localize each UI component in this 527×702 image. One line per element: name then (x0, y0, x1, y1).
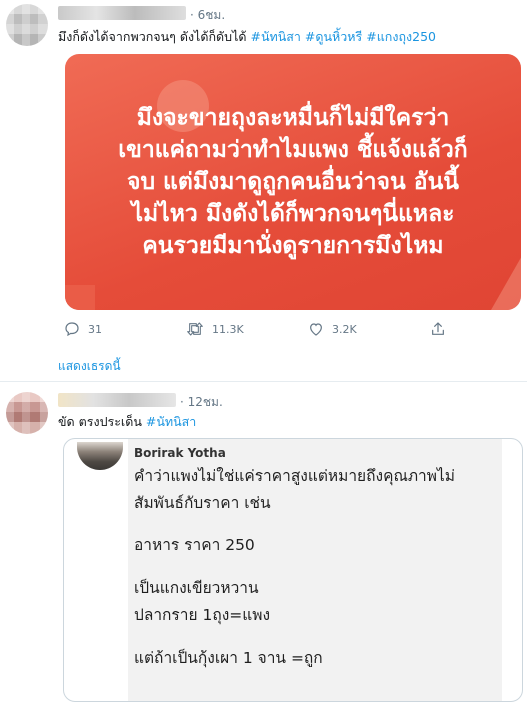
image-line: จบ แต่มึงมาดูถูกคนอื่นว่าจน อันนี้ (126, 169, 460, 195)
tweet-1[interactable]: · 6ชม. มึงก็ดังได้จากพวกจนๆ ดังได้ก็ดับไ… (0, 0, 527, 382)
hashtag-link[interactable]: #นัทนิสา (250, 29, 300, 44)
tweet-time[interactable]: · 6ชม. (190, 6, 225, 25)
tweet-actions: 31 11.3K 3.2K (64, 321, 464, 341)
reply-count: 31 (88, 322, 102, 336)
share-button[interactable] (430, 321, 446, 337)
tweet-body: มึงก็ดังได้จากพวกจนๆ ดังได้ก็ดับได้ (58, 29, 251, 44)
hashtag-link[interactable]: #ดูนหิ้วหรี (305, 29, 362, 44)
tweet-image[interactable]: มึงจะขายถุงละหมื่นก็ไม่มีใครว่า เขาแค่ถา… (65, 54, 521, 310)
hashtag-link[interactable]: #นัทนิสา (146, 414, 196, 429)
like-icon (310, 323, 322, 336)
retweet-button[interactable]: 11.3K (186, 321, 244, 337)
retweet-count: 11.3K (212, 322, 244, 336)
like-button[interactable]: 3.2K (308, 321, 357, 337)
image-line: มึงจะขายถุงละหมื่นก็ไม่มีใครว่า (136, 105, 450, 131)
quoted-text-line: แต่ถ้าเป็นกุ้งเผา 1 จาน =ถูก (134, 649, 323, 667)
retweet-icon (187, 322, 203, 336)
quoted-author-name: Borirak Yotha (134, 446, 226, 460)
quoted-author-avatar (77, 442, 123, 470)
image-caption: มึงจะขายถุงละหมื่นก็ไม่มีใครว่า เขาแค่ถา… (65, 54, 521, 310)
tweet-text: มึงก็ดังได้จากพวกจนๆ ดังได้ก็ดับได้ #นัท… (58, 27, 436, 47)
share-icon (432, 322, 444, 335)
quoted-text-line: ปลากราย 1ถุง=แพง (134, 606, 271, 624)
quoted-text-line: คำว่าแพงไม่ใช่แค่ราคาสูงแต่หมายถึงคุณภาพ… (134, 467, 455, 485)
like-count: 3.2K (332, 322, 357, 336)
avatar[interactable] (6, 392, 48, 434)
show-thread-link[interactable]: แสดงเธรดนี้ (58, 357, 121, 376)
tweet-divider (0, 381, 527, 382)
author-name-blurred[interactable] (58, 393, 176, 407)
reply-button[interactable]: 31 (64, 321, 102, 337)
quoted-text-line: สัมพันธ์กับราคา เช่น (134, 494, 271, 512)
quoted-image[interactable]: Borirak Yotha คำว่าแพงไม่ใช่แค่ราคาสูงแต… (63, 438, 523, 702)
hashtag-link[interactable]: #แกงถุง250 (366, 29, 436, 44)
reply-icon (65, 322, 79, 337)
quoted-text-line: เป็นแกงเขียวหวาน (134, 579, 259, 597)
image-line: ไม่ไหว มึงดังได้ก็พวกจนๆนี่แหละ (131, 201, 455, 227)
tweet-2[interactable]: · 12ชม. ขัด ตรงประเด็น #นัทนิสา Borirak … (0, 383, 527, 702)
avatar[interactable] (6, 4, 48, 46)
quoted-text-line: อาหาร ราคา 250 (134, 536, 255, 554)
image-line: เขาแค่ถามว่าทำไมแพง ชี้แจ้งแล้วก็ (118, 137, 468, 163)
tweet-text: ขัด ตรงประเด็น #นัทนิสา (58, 412, 196, 432)
author-name-blurred[interactable] (58, 6, 186, 20)
tweet-time[interactable]: · 12ชม. (180, 393, 223, 412)
tweet-body: ขัด ตรงประเด็น (58, 414, 146, 429)
image-line: คนรวยมีมานั่งดูรายการมึงไหม (142, 233, 444, 259)
